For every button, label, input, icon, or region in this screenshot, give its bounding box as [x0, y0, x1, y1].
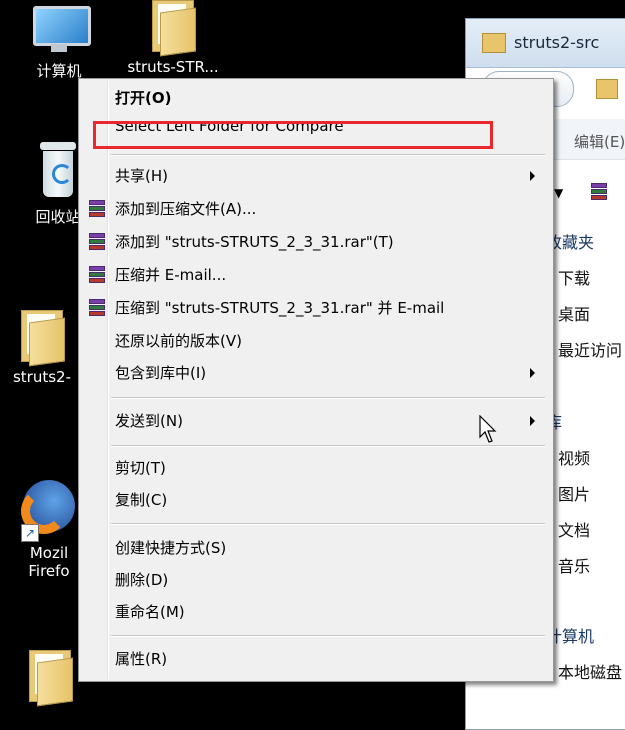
submenu-arrow-icon: [530, 416, 535, 426]
nav-desktop[interactable]: 桌面: [558, 301, 590, 325]
desktop-icon-struts2-folder[interactable]: struts2-: [4, 310, 80, 386]
nav-videos[interactable]: 视频: [558, 445, 590, 469]
winrar-icon: [88, 200, 106, 218]
nav-downloads[interactable]: 下载: [558, 265, 590, 289]
menu-item-delete[interactable]: 删除(D): [83, 565, 549, 595]
menu-item-label: 删除(D): [115, 571, 169, 589]
desktop-icon-computer[interactable]: 计算机: [18, 6, 100, 81]
menu-item-add-to-rar[interactable]: 添加到 "struts-STRUTS_2_3_31.rar"(T): [83, 227, 549, 257]
nav-music[interactable]: 音乐: [558, 553, 590, 577]
menu-item-open[interactable]: 打开(O): [83, 83, 549, 113]
menu-item-include-in-library[interactable]: 包含到库中(I): [83, 358, 549, 388]
menu-item-label: 创建快捷方式(S): [115, 539, 227, 557]
menu-separator: [111, 397, 545, 399]
menu-separator: [111, 154, 545, 156]
computer-icon: [27, 6, 91, 52]
winrar-icon: [88, 233, 106, 251]
menu-item-copy[interactable]: 复制(C): [83, 485, 549, 515]
explorer-titlebar: struts2-src: [466, 19, 625, 68]
desktop-icon-folder-partial[interactable]: [20, 650, 80, 708]
menu-item-label: 压缩并 E-mail...: [115, 266, 227, 284]
shortcut-arrow-icon: ↗: [21, 524, 39, 542]
menu-edit[interactable]: 编辑(E): [574, 131, 625, 152]
menu-item-label: 包含到库中(I): [115, 364, 207, 382]
firefox-icon: ↗: [21, 480, 77, 542]
nav-local-disk[interactable]: 本地磁盘: [558, 659, 622, 683]
menu-item-label: 压缩到 "struts-STRUTS_2_3_31.rar" 并 E-mail: [115, 299, 445, 317]
menu-item-compress-email[interactable]: 压缩并 E-mail...: [83, 260, 549, 290]
menu-item-restore-previous[interactable]: 还原以前的版本(V): [83, 326, 549, 356]
menu-item-label: 添加到压缩文件(A)...: [115, 200, 257, 218]
menu-item-label: 还原以前的版本(V): [115, 332, 242, 350]
desktop-icon-label: struts-STR...: [127, 58, 219, 76]
menu-separator: [111, 445, 545, 447]
desktop-icon-struts-folder[interactable]: struts-STR...: [118, 0, 228, 76]
menu-item-label: 发送到(N): [115, 412, 183, 430]
folder-icon: [146, 0, 200, 57]
folder-icon: [596, 79, 618, 99]
desktop-icon-firefox[interactable]: ↗ Mozil Firefo: [18, 480, 80, 580]
menu-separator: [111, 523, 545, 525]
desktop-icon-label: Firefo: [28, 562, 70, 580]
menu-item-cut[interactable]: 剪切(T): [83, 453, 549, 483]
nav-pictures[interactable]: 图片: [558, 481, 590, 505]
submenu-arrow-icon: [530, 171, 535, 181]
menu-item-label: 打开(O): [115, 89, 172, 107]
menu-item-label: 复制(C): [115, 491, 168, 509]
winrar-icon: [88, 299, 106, 317]
desktop-icon-label: struts2-: [12, 368, 72, 386]
folder-icon: [482, 33, 506, 53]
window-title: struts2-src: [514, 33, 600, 52]
nav-documents[interactable]: 文档: [558, 517, 590, 541]
menu-item-add-to-archive[interactable]: 添加到压缩文件(A)...: [83, 194, 549, 224]
submenu-arrow-icon: [530, 368, 535, 378]
menu-item-properties[interactable]: 属性(R): [83, 644, 549, 674]
menu-item-create-shortcut[interactable]: 创建快捷方式(S): [83, 533, 549, 563]
highlight-box: [93, 121, 493, 149]
menu-item-label: 添加到 "struts-STRUTS_2_3_31.rar"(T): [115, 233, 394, 251]
menu-item-label: 剪切(T): [115, 459, 166, 477]
nav-recent[interactable]: 最近访问: [558, 337, 622, 361]
chevron-down-icon[interactable]: ▼: [554, 186, 563, 200]
mouse-cursor-icon: [479, 415, 497, 443]
menu-item-share[interactable]: 共享(H): [83, 161, 549, 191]
menu-item-label: 重命名(M): [115, 603, 185, 621]
context-menu: 打开(O) Select Left Folder for Compare 共享(…: [78, 78, 554, 682]
menu-item-label: 属性(R): [115, 650, 168, 668]
winrar-icon: [88, 266, 106, 284]
winrar-icon: [590, 183, 608, 201]
menu-item-rename[interactable]: 重命名(M): [83, 597, 549, 627]
desktop-icon-label: Mozil: [29, 544, 69, 562]
menu-item-label: 共享(H): [115, 167, 168, 185]
menu-item-compress-to-rar-email[interactable]: 压缩到 "struts-STRUTS_2_3_31.rar" 并 E-mail: [83, 293, 549, 323]
folder-icon: [23, 650, 77, 707]
folder-icon: [15, 310, 69, 367]
recycle-bin-icon: [34, 142, 82, 200]
menu-separator: [111, 635, 545, 637]
